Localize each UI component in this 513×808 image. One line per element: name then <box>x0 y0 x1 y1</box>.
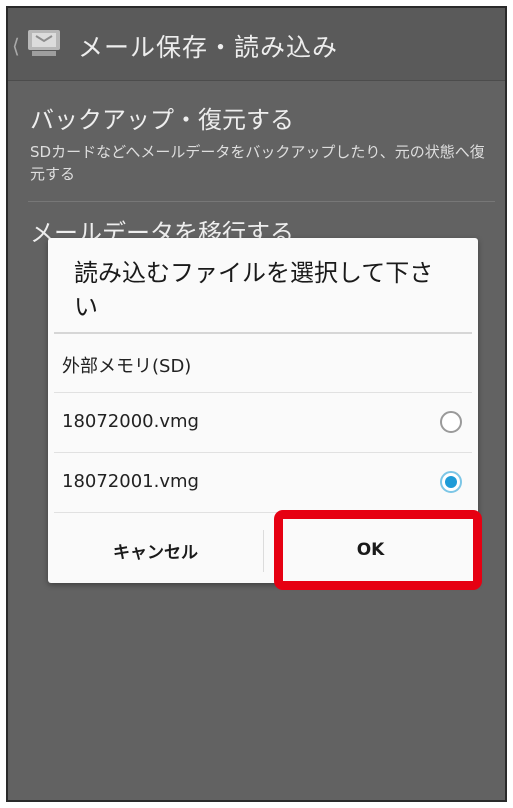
file-option-18072000[interactable]: 18072000.vmg <box>48 393 478 451</box>
page-title: メール保存・読み込み <box>78 33 339 62</box>
file-select-dialog: 読み込むファイルを選択して下さい 外部メモリ(SD) 18072000.vmg … <box>48 238 478 583</box>
section-header-external-memory: 外部メモリ(SD) <box>48 334 478 392</box>
phone-screen: ⟨ メール保存・読み込み バックアップ・復元する SDカードなどへメールデータを… <box>6 6 507 802</box>
setting-backup-description: SDカードなどへメールデータをバックアップしたり、元の状態へ復元する <box>30 143 485 183</box>
radio-unchecked-icon[interactable] <box>440 411 462 433</box>
radio-checked-icon[interactable] <box>440 471 462 493</box>
cancel-button[interactable]: キャンセル <box>48 518 263 582</box>
setting-divider <box>28 201 495 202</box>
chevron-left-icon[interactable]: ⟨ <box>12 36 20 56</box>
mail-app-icon <box>28 30 60 56</box>
dialog-title: 読み込むファイルを選択して下さい <box>74 259 434 321</box>
app-bar: ⟨ メール保存・読み込み <box>8 8 505 81</box>
file-option-18072001[interactable]: 18072001.vmg <box>48 453 478 511</box>
setting-backup-title: バックアップ・復元する <box>30 106 294 134</box>
setting-backup-restore[interactable]: バックアップ・復元する SDカードなどへメールデータをバックアップしたり、元の状… <box>30 100 493 185</box>
ok-button[interactable]: OK <box>263 518 478 582</box>
file-option-label: 18072001.vmg <box>62 471 199 492</box>
row-divider <box>54 512 472 513</box>
section-header-label: 外部メモリ(SD) <box>62 356 192 377</box>
file-option-label: 18072000.vmg <box>62 411 199 432</box>
